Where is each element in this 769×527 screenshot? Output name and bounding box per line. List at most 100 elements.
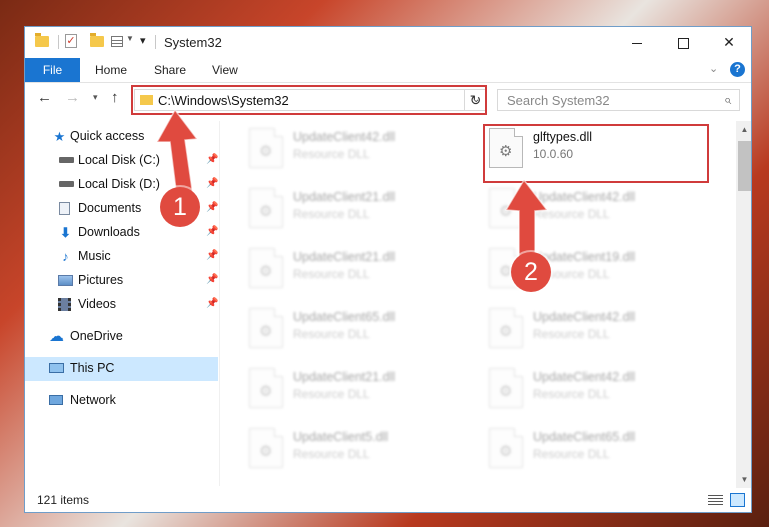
file-description: Resource DLL [293, 207, 370, 221]
file-description: Resource DLL [293, 147, 370, 161]
window-title: System32 [164, 35, 222, 50]
download-icon: ⬇ [60, 225, 71, 240]
tab-home[interactable]: Home [95, 58, 127, 82]
scroll-up-icon[interactable]: ▲ [736, 121, 751, 138]
sidebar-item-label: Videos [78, 297, 116, 311]
gear-icon: ⚙ [499, 383, 513, 400]
dll-file-icon: ⚙ [249, 188, 283, 228]
sidebar-item-label: Network [70, 393, 116, 407]
gear-icon: ⚙ [259, 203, 273, 220]
properties-icon[interactable] [111, 36, 123, 47]
gear-icon: ⚙ [499, 203, 513, 220]
sidebar-item-pictures[interactable]: Pictures 📌 [25, 269, 218, 293]
maximize-button[interactable] [660, 27, 706, 58]
minimize-button[interactable] [614, 27, 660, 58]
file-name: UpdateClient42.dll [533, 370, 636, 384]
scrollbar-thumb[interactable] [738, 141, 751, 191]
pin-icon[interactable]: 📌 [206, 154, 218, 165]
file-item[interactable]: ⚙ UpdateClient42.dll Resource DLL [481, 183, 701, 233]
star-icon: ★ [53, 129, 66, 144]
pin-icon[interactable]: 📌 [206, 274, 218, 285]
file-name: UpdateClient21.dll [293, 250, 396, 264]
gear-icon: ⚙ [499, 323, 513, 340]
tab-view[interactable]: View [212, 58, 238, 82]
sidebar-item-label: This PC [70, 361, 115, 375]
sidebar-item-label: Quick access [70, 129, 145, 143]
file-item[interactable]: ⚙ UpdateClient42.dll Resource DLL [481, 363, 701, 413]
file-item[interactable]: ⚙ UpdateClient21.dll Resource DLL [241, 243, 461, 293]
dll-file-icon: ⚙ [489, 368, 523, 408]
up-arrow-icon[interactable]: ↑ [111, 89, 119, 106]
sidebar-item-music[interactable]: ♪ Music 📌 [25, 245, 218, 269]
back-icon[interactable]: ← [37, 89, 52, 106]
pin-icon[interactable]: 📌 [206, 250, 218, 261]
file-item[interactable]: ⚙ UpdateClient65.dll Resource DLL [481, 423, 701, 473]
address-highlight-frame [131, 85, 487, 115]
file-item[interactable]: ⚙ UpdateClient21.dll Resource DLL [241, 183, 461, 233]
file-item[interactable]: ⚙ UpdateClient65.dll Resource DLL [241, 303, 461, 353]
forward-icon[interactable]: → [65, 89, 80, 106]
dll-file-icon: ⚙ [489, 188, 523, 228]
file-name: UpdateClient42.dll [533, 190, 636, 204]
music-icon: ♪ [62, 249, 69, 264]
pin-icon[interactable]: 📌 [206, 226, 218, 237]
sidebar-item-label: Local Disk (D:) [78, 177, 160, 191]
sidebar-item-this-pc[interactable]: This PC [25, 357, 218, 381]
help-icon[interactable]: ? [730, 62, 745, 77]
details-view-icon[interactable] [708, 495, 723, 506]
file-name: UpdateClient42.dll [533, 310, 636, 324]
search-icon[interactable]: ⌕ [724, 92, 731, 108]
file-highlight-frame [483, 124, 709, 183]
gear-icon: ⚙ [259, 143, 273, 160]
gear-icon: ⚙ [499, 443, 513, 460]
customize-toolbar-icon[interactable]: ▾ [140, 34, 146, 47]
expand-ribbon-icon[interactable]: ⌄ [709, 62, 718, 75]
file-description: Resource DLL [293, 267, 370, 281]
sidebar-item-label: OneDrive [70, 329, 123, 343]
maximize-icon [677, 37, 689, 49]
gear-icon: ⚙ [259, 383, 273, 400]
file-item[interactable]: ⚙ UpdateClient42.dll Resource DLL [241, 123, 461, 173]
drive-icon [59, 157, 74, 163]
sidebar-item-quick-access[interactable]: ★ Quick access [25, 125, 218, 149]
pin-icon[interactable]: 📌 [206, 178, 218, 189]
computer-icon [49, 363, 64, 373]
sidebar-item-label: Downloads [78, 225, 140, 239]
tab-share[interactable]: Share [154, 58, 186, 82]
sidebar-item-label: Local Disk (C:) [78, 153, 160, 167]
new-folder-icon[interactable] [90, 33, 104, 47]
dll-file-icon: ⚙ [249, 128, 283, 168]
gear-icon: ⚙ [259, 263, 273, 280]
sidebar-item-local-disk-c[interactable]: Local Disk (C:) 📌 [25, 149, 218, 173]
file-description: Resource DLL [533, 387, 610, 401]
pane-divider [219, 121, 220, 486]
sidebar-item-videos[interactable]: Videos 📌 [25, 293, 218, 317]
sidebar-item-onedrive[interactable]: ☁ OneDrive [25, 325, 218, 349]
chevron-down-icon[interactable]: ▼ [126, 34, 134, 43]
file-item[interactable]: ⚙ UpdateClient5.dll Resource DLL [241, 423, 461, 473]
file-description: Resource DLL [533, 327, 610, 341]
close-button[interactable]: ✕ [706, 27, 751, 58]
sidebar-item-network[interactable]: Network [25, 389, 218, 413]
tab-file[interactable]: File [25, 58, 80, 82]
recent-locations-icon[interactable]: ▾ [93, 92, 98, 103]
minimize-icon [632, 42, 642, 44]
cloud-icon: ☁ [49, 328, 64, 345]
search-input[interactable]: Search System32 ⌕ [497, 89, 740, 111]
scroll-down-icon[interactable]: ▼ [736, 471, 751, 488]
pin-icon[interactable]: 📌 [206, 202, 218, 213]
ribbon-tabs: File Home Share View ⌄ ? [25, 58, 751, 83]
pin-icon[interactable]: 📌 [206, 298, 218, 309]
file-item[interactable]: ⚙ UpdateClient21.dll Resource DLL [241, 363, 461, 413]
file-name: UpdateClient21.dll [293, 190, 396, 204]
search-placeholder: Search System32 [507, 93, 610, 108]
properties-check-icon[interactable]: ✓ [65, 34, 77, 48]
file-name: UpdateClient21.dll [293, 370, 396, 384]
file-description: Resource DLL [293, 387, 370, 401]
vertical-scrollbar[interactable]: ▲ ▼ [736, 121, 751, 488]
large-icons-view-icon[interactable] [730, 493, 745, 507]
file-item[interactable]: ⚙ UpdateClient42.dll Resource DLL [481, 303, 701, 353]
dll-file-icon: ⚙ [489, 308, 523, 348]
navigation-pane: ★ Quick access Local Disk (C:) 📌 Local D… [25, 121, 218, 486]
dll-file-icon: ⚙ [249, 248, 283, 288]
